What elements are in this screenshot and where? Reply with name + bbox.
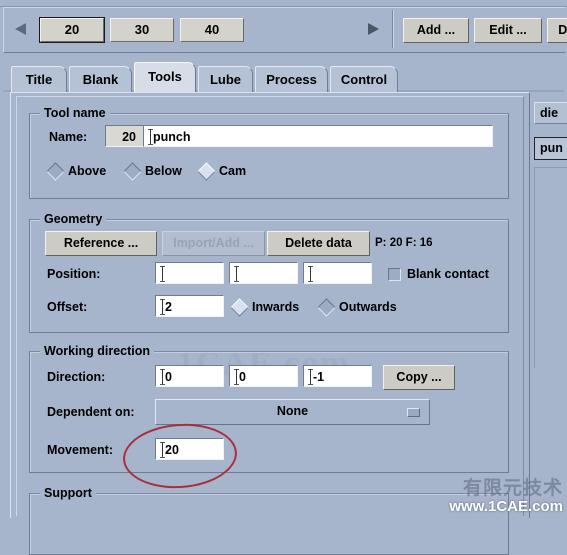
import-add-button: Import/Add ... <box>162 231 265 256</box>
direction-y-input[interactable]: 0 <box>229 365 298 387</box>
checkbox-box-icon <box>388 268 401 281</box>
geometry-group-title: Geometry <box>40 212 107 226</box>
tools-panel: 1CAE.com Tool name Name: 20 punch Above … <box>10 92 530 555</box>
support-group: Support <box>29 486 509 555</box>
movement-value: 20 <box>165 443 179 457</box>
position-y-input[interactable] <box>229 262 298 284</box>
dependent-on-dropdown[interactable]: None <box>155 399 430 425</box>
edit-button[interactable]: Edit ... <box>474 18 542 43</box>
position-z-input[interactable] <box>303 262 372 284</box>
movement-input[interactable]: 20 <box>155 438 224 460</box>
dependent-on-label: Dependent on: <box>47 405 135 419</box>
tab-blank[interactable]: Blank <box>69 66 132 92</box>
tab-lube[interactable]: Lube <box>198 66 253 92</box>
name-index-display: 20 <box>105 125 143 147</box>
tab-tools-label: Tools <box>148 69 182 84</box>
offset-value: 2 <box>165 300 172 314</box>
blank-contact-label: Blank contact <box>407 267 489 281</box>
edit-button-label: Edit ... <box>489 23 527 37</box>
radio-below-label: Below <box>145 164 182 178</box>
tool-name-group: Tool name Name: 20 punch Above Below Cam <box>29 106 509 199</box>
page-button-30[interactable]: 30 <box>110 18 174 42</box>
page-button-20-label: 20 <box>64 22 80 37</box>
add-button-label: Add ... <box>416 23 456 37</box>
delete-data-button[interactable]: Delete data <box>267 231 370 256</box>
tool-name-input[interactable]: punch <box>143 125 493 147</box>
support-group-title: Support <box>40 486 96 500</box>
right-column-frame <box>534 167 567 368</box>
text-caret-icon <box>308 266 313 282</box>
geometry-counter: P: 20 F: 16 <box>375 237 433 249</box>
page-button-20[interactable]: 20 <box>39 17 105 43</box>
tab-process[interactable]: Process <box>255 66 328 92</box>
die-label: die <box>534 102 567 124</box>
delete-button-label: Del <box>558 23 567 37</box>
radio-cam-diamond-icon <box>197 162 216 181</box>
toolbar-divider <box>392 10 394 48</box>
tool-name-group-title: Tool name <box>40 106 110 120</box>
tab-control-label: Control <box>340 72 388 87</box>
direction-x-input[interactable]: 0 <box>155 365 224 387</box>
tab-title[interactable]: Title <box>11 66 67 92</box>
tab-lube-label: Lube <box>209 72 242 87</box>
delete-data-button-label: Delete data <box>285 236 352 250</box>
add-button[interactable]: Add ... <box>403 18 469 43</box>
triangle-right-icon[interactable] <box>364 19 384 39</box>
direction-z-input[interactable]: -1 <box>303 365 372 387</box>
tab-bar: Title Blank Tools Lube Process Control <box>3 62 564 92</box>
triangle-left-icon[interactable] <box>12 19 32 39</box>
direction-x-value: 0 <box>165 370 172 384</box>
direction-y-value: 0 <box>239 370 246 384</box>
window-top-edge <box>0 0 567 7</box>
pager-zone: 20 30 40 <box>4 8 392 50</box>
tab-tools[interactable]: Tools <box>134 62 196 92</box>
import-add-button-label: Import/Add ... <box>173 236 254 250</box>
page-button-30-label: 30 <box>134 22 150 37</box>
page-button-40-label: 40 <box>204 22 220 37</box>
working-direction-group-title: Working direction <box>40 344 155 358</box>
right-side-column: die pun <box>532 92 567 517</box>
application-window: 20 30 40 Add ... Edit ... Del Title <box>0 0 567 555</box>
triangle-left-glyph <box>15 23 26 35</box>
tool-name-input-value: punch <box>153 130 191 144</box>
radio-above-diamond-icon <box>46 162 65 181</box>
radio-inwards-label: Inwards <box>252 300 300 314</box>
radio-cam-label: Cam <box>219 164 247 178</box>
punch-button[interactable]: pun <box>534 137 567 160</box>
working-direction-group: Working direction Direction: 0 0 -1 Copy… <box>29 344 509 473</box>
copy-button-label: Copy ... <box>396 370 442 384</box>
radio-outwards-label: Outwards <box>339 300 397 314</box>
tab-process-label: Process <box>266 72 317 87</box>
direction-label: Direction: <box>47 370 106 384</box>
radio-outwards-diamond-icon <box>317 298 336 317</box>
radio-above-label: Above <box>68 164 107 178</box>
direction-z-value: -1 <box>313 370 325 384</box>
tools-panel-inner: 1CAE.com Tool name Name: 20 punch Above … <box>16 96 524 555</box>
toolbar: 20 30 40 Add ... Edit ... Del <box>3 7 567 53</box>
tab-blank-label: Blank <box>82 72 119 87</box>
position-x-input[interactable] <box>155 262 224 284</box>
triangle-right-glyph <box>368 23 379 35</box>
name-label: Name: <box>49 130 88 144</box>
offset-label: Offset: <box>47 300 88 314</box>
text-caret-icon <box>160 266 165 282</box>
offset-input[interactable]: 2 <box>155 295 224 317</box>
text-caret-icon <box>234 266 239 282</box>
page-button-40[interactable]: 40 <box>180 18 244 42</box>
geometry-group: Geometry Reference ... Import/Add ... De… <box>29 212 509 333</box>
radio-below-diamond-icon <box>123 162 142 181</box>
dropdown-arrow-icon <box>407 408 420 417</box>
reference-button[interactable]: Reference ... <box>45 231 157 256</box>
delete-button[interactable]: Del <box>547 18 567 43</box>
position-label: Position: <box>47 267 101 281</box>
radio-inwards-diamond-icon <box>230 298 249 317</box>
reference-button-label: Reference ... <box>63 236 139 250</box>
copy-button[interactable]: Copy ... <box>383 365 455 390</box>
movement-label: Movement: <box>47 443 113 457</box>
dependent-on-value: None <box>276 404 309 418</box>
tab-title-label: Title <box>25 72 53 87</box>
tab-control[interactable]: Control <box>330 66 398 92</box>
